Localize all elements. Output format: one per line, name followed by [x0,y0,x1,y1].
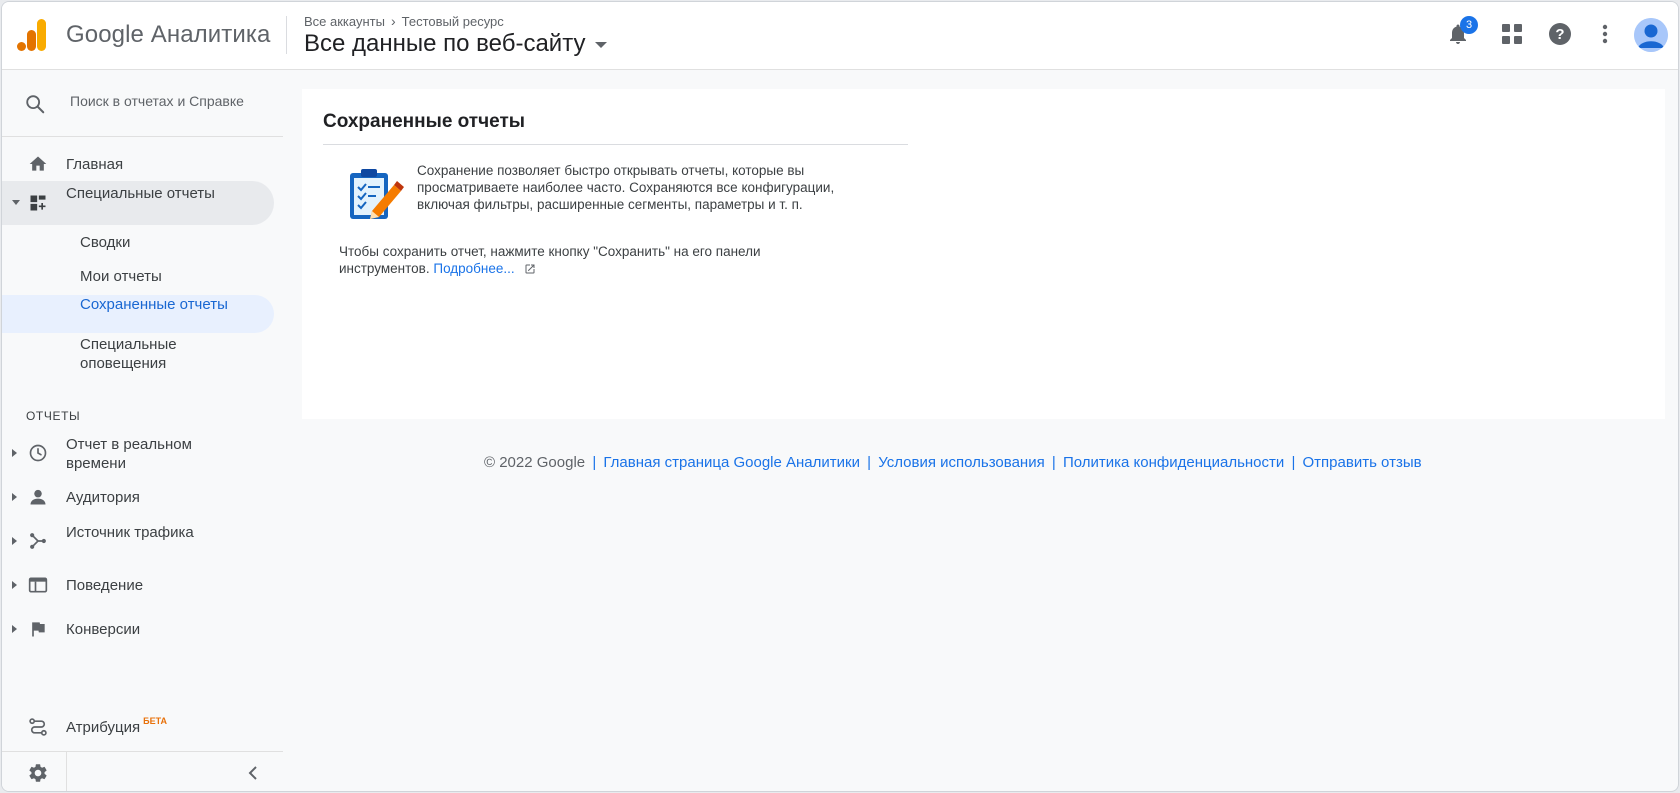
sidebar-item-conversions[interactable]: Конверсии [2,613,274,645]
sidebar-item-label: Конверсии [66,621,141,638]
help-button[interactable]: ? [1546,20,1574,48]
svg-text:?: ? [1555,26,1564,43]
sidebar-item-label: Сохраненные отчеты [80,296,228,313]
gear-icon[interactable] [27,762,49,789]
view-selector[interactable]: Все данные по веб-сайту [304,30,608,58]
account-avatar[interactable] [1634,18,1668,52]
apps-grid-icon [1502,24,1522,44]
help-icon: ? [1549,23,1571,45]
header-divider [286,16,287,54]
chevron-right-icon: › [390,13,396,29]
sidebar-item-behavior[interactable]: Поведение [2,569,274,601]
dropdown-caret-icon [595,42,608,48]
footer-separator: | [592,454,597,471]
privacy-link[interactable]: Политика конфиденциальности [1063,454,1284,471]
sidebar-item-label: Мои отчеты [80,268,162,285]
learn-more-link[interactable]: Подробнее... [433,261,514,276]
more-vert-icon [1602,24,1608,44]
footer-separator: | [1051,454,1056,471]
view-name: Все данные по веб-сайту [304,30,586,57]
clock-icon [27,442,49,464]
expand-down-icon [12,200,20,205]
sidebar-item-saved-reports[interactable]: Сохраненные отчеты [2,295,274,333]
sidebar-item-label: Специальные отчеты [66,185,215,202]
footer-separator: | [1291,454,1296,471]
sidebar-item-attribution[interactable]: Атрибуция БЕТА [2,711,274,743]
attribution-icon [27,716,49,738]
sidebar-item-acquisition[interactable]: Источник трафика [2,521,274,561]
flag-icon [27,618,49,640]
sidebar-item-label: Главная [66,156,124,173]
ga-home-link[interactable]: Главная страница Google Аналитики [603,454,860,471]
left-sidebar: Главная Специальные отчеты Сводки Мои от… [2,71,283,791]
top-header: Google Аналитика Все аккаунты › Тестовый… [2,2,1678,70]
sidebar-item-label: Источник трафика [66,524,194,541]
footer-divider [66,752,67,791]
sidebar-search [2,71,283,137]
merge-type-icon [27,530,49,552]
search-input[interactable] [70,93,250,109]
more-options-button[interactable] [1591,20,1619,48]
notifications-button[interactable]: 3 [1444,16,1478,48]
feedback-link[interactable]: Отправить отзыв [1303,454,1422,471]
saved-reports-description: Сохранение позволяет быстро открывать от… [417,163,835,212]
breadcrumb-all-accounts[interactable]: Все аккаунты [304,14,385,29]
title-divider [323,144,908,145]
reports-section-label: ОТЧЕТЫ [26,409,81,423]
save-hint: Чтобы сохранить отчет, нажмите кнопку "С… [339,243,839,277]
dashboard-icon [27,192,49,214]
expand-right-icon [12,449,17,457]
sidebar-item-label: Отчет в реальном времени [66,436,192,472]
page-title: Сохраненные отчеты [323,111,525,132]
sidebar-item-custom-reports[interactable]: Специальные отчеты [2,181,274,225]
person-icon [27,486,49,508]
sidebar-item-label: Поведение [66,577,144,594]
notifications-badge: 3 [1460,16,1478,34]
sidebar-item-dashboards[interactable]: Сводки [2,227,274,257]
sidebar-item-label: Специальные оповещения [80,336,177,372]
sidebar-item-audience[interactable]: Аудитория [2,481,274,513]
sidebar-item-label: Сводки [80,234,131,251]
copyright: © 2022 Google [484,454,586,471]
terms-link[interactable]: Условия использования [878,454,1045,471]
search-icon [26,95,45,114]
web-page-icon [27,574,49,596]
sidebar-item-custom-alerts[interactable]: Специальные оповещения [2,335,274,375]
expand-right-icon [12,537,17,545]
breadcrumb: Все аккаунты › Тестовый ресурс [304,13,504,29]
sidebar-footer [2,751,283,791]
sidebar-item-realtime[interactable]: Отчет в реальном времени [2,433,274,473]
clipboard-pencil-icon [350,169,404,219]
page-footer: © 2022 Google | Главная страница Google … [484,454,1422,471]
footer-separator: | [867,454,872,471]
product-name: Google Аналитика [66,21,271,48]
apps-button[interactable] [1498,20,1526,48]
app-window: Google Аналитика Все аккаунты › Тестовый… [1,1,1679,792]
expand-right-icon [12,625,17,633]
home-icon [27,153,49,175]
account-avatar-icon [1634,18,1668,52]
sidebar-item-home[interactable]: Главная [2,147,274,181]
sidebar-item-label: Аудитория [66,489,140,506]
save-hint-text: Чтобы сохранить отчет, нажмите кнопку "С… [339,244,761,276]
google-analytics-logo-icon[interactable] [17,19,47,51]
saved-reports-card: Сохраненные отчеты Сохранение позволяет … [302,89,1665,419]
sidebar-item-label: Атрибуция [66,719,141,736]
breadcrumb-property[interactable]: Тестовый ресурс [402,14,504,29]
sidebar-item-attribution-label: Атрибуция БЕТА [66,716,216,737]
collapse-sidebar-icon[interactable] [246,763,260,788]
external-link-icon[interactable] [524,263,536,275]
beta-badge: БЕТА [143,716,168,726]
sidebar-item-my-reports[interactable]: Мои отчеты [2,261,274,291]
expand-right-icon [12,581,17,589]
expand-right-icon [12,493,17,501]
